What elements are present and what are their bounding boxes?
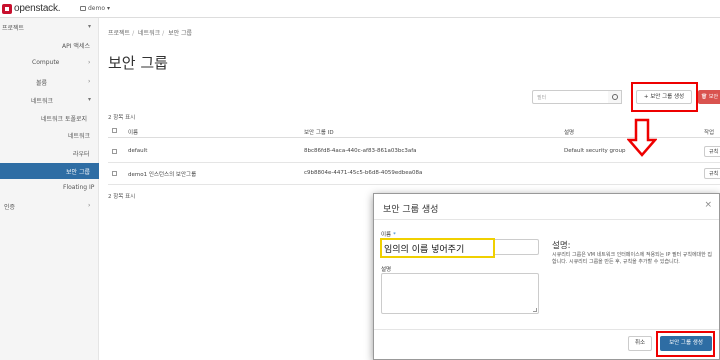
modal-footer: 취소 보안 그룹 생성: [374, 329, 719, 359]
row-description: Default security group: [564, 148, 626, 154]
delete-security-groups-button[interactable]: 🗑 보안: [698, 90, 720, 104]
chevron-down-icon: ▾: [107, 5, 111, 12]
logo-text: openstack.: [14, 3, 61, 14]
sidebar-item-networks[interactable]: 네트워크: [68, 131, 90, 140]
row-id: c9b8804e-4471-45c5-b6d8-4059edbea08a: [304, 170, 423, 176]
description-label: 설명: [381, 267, 392, 273]
help-text: 시큐리티 그룹은 VM 네트워크 인터페이스에 적용되는 IP 필터 규칙에대한…: [552, 252, 712, 265]
close-icon[interactable]: ×: [704, 200, 712, 210]
sidebar-item-volumes[interactable]: 볼륨: [36, 78, 47, 87]
breadcrumb-security-groups: 보안 그룹: [168, 30, 193, 37]
column-header-actions: 작업: [704, 130, 715, 136]
cancel-button[interactable]: 취소: [628, 336, 652, 351]
name-field-value[interactable]: 임의의 이름 넣어주기: [380, 238, 495, 258]
project-icon: [80, 6, 86, 11]
highlight-box-submit: [656, 331, 715, 357]
sidebar-item-security-groups[interactable]: 보안 그룹: [66, 167, 90, 176]
name-label: 이름 *: [381, 232, 396, 238]
column-header-id[interactable]: 보안 그룹 ID: [304, 128, 334, 136]
select-all-checkbox[interactable]: [112, 128, 117, 133]
sidebar: 프로젝트 ▾ API 액세스 Compute › 볼륨 › 네트워크 ▾ 네트워…: [0, 18, 99, 360]
row-name[interactable]: demo1 인스턴스의 보안그룹: [128, 170, 196, 178]
top-navbar: openstack. demo ▾: [0, 0, 720, 18]
chevron-right-icon: ›: [88, 202, 91, 209]
sidebar-item-network[interactable]: 네트워크: [31, 96, 53, 105]
resize-handle-icon[interactable]: [533, 308, 537, 312]
openstack-logo-icon: [2, 3, 12, 14]
filter-input[interactable]: 필터: [532, 90, 610, 104]
highlight-box-create: [631, 82, 698, 112]
arrow-down-icon: [627, 118, 657, 157]
breadcrumb-project[interactable]: 프로젝트: [108, 30, 130, 37]
sidebar-item-routers[interactable]: 라우터: [73, 149, 90, 158]
sidebar-item-floating-ip[interactable]: Floating IP: [63, 184, 94, 191]
project-name: demo: [88, 5, 106, 12]
table-row: demo1 인스턴스의 보안그룹 c9b8804e-4471-45c5-b6d8…: [108, 163, 720, 185]
sidebar-item-api-access[interactable]: API 액세스: [62, 41, 90, 50]
modal-title: 보안 그룹 생성: [383, 205, 439, 215]
description-field[interactable]: [381, 273, 539, 314]
row-name[interactable]: default: [128, 148, 147, 154]
chevron-down-icon: ▾: [88, 96, 92, 103]
chevron-right-icon: ›: [88, 59, 91, 66]
search-icon[interactable]: [608, 90, 622, 104]
manage-rules-button[interactable]: 규칙: [704, 168, 720, 179]
modal-header: 보안 그룹 생성 ×: [374, 194, 719, 220]
help-title: 설명:: [552, 241, 571, 251]
breadcrumb: 프로젝트 / 네트워크 / 보안 그룹: [108, 30, 193, 37]
chevron-right-icon: ›: [88, 78, 91, 85]
sidebar-item-compute[interactable]: Compute: [32, 59, 59, 66]
create-security-group-dialog: 보안 그룹 생성 × 이름 * 임의의 이름 넣어주기 설명 설명: 시큐리티 그…: [373, 193, 720, 360]
row-checkbox[interactable]: [112, 149, 117, 154]
sidebar-item-network-topology[interactable]: 네트워크 토폴로지: [41, 114, 87, 123]
manage-rules-button[interactable]: 규칙: [704, 146, 720, 157]
item-count: 2 항목 표시: [108, 115, 136, 121]
column-header-name[interactable]: 이름: [128, 128, 138, 136]
chevron-down-icon: ▾: [88, 23, 92, 30]
row-checkbox[interactable]: [112, 171, 117, 176]
page-title: 보안 그룹: [108, 54, 168, 72]
sidebar-item-project[interactable]: 프로젝트: [2, 23, 24, 32]
item-count: 2 항목 표시: [108, 194, 136, 200]
column-header-description[interactable]: 설명: [564, 128, 574, 136]
row-id: 8bc86fd8-4aca-440c-af83-861a03bc3afa: [304, 148, 417, 154]
openstack-logo[interactable]: openstack.: [2, 3, 61, 14]
breadcrumb-network[interactable]: 네트워크: [138, 30, 160, 37]
sidebar-item-identity[interactable]: 인증: [4, 202, 15, 211]
project-selector[interactable]: demo ▾: [80, 5, 110, 12]
